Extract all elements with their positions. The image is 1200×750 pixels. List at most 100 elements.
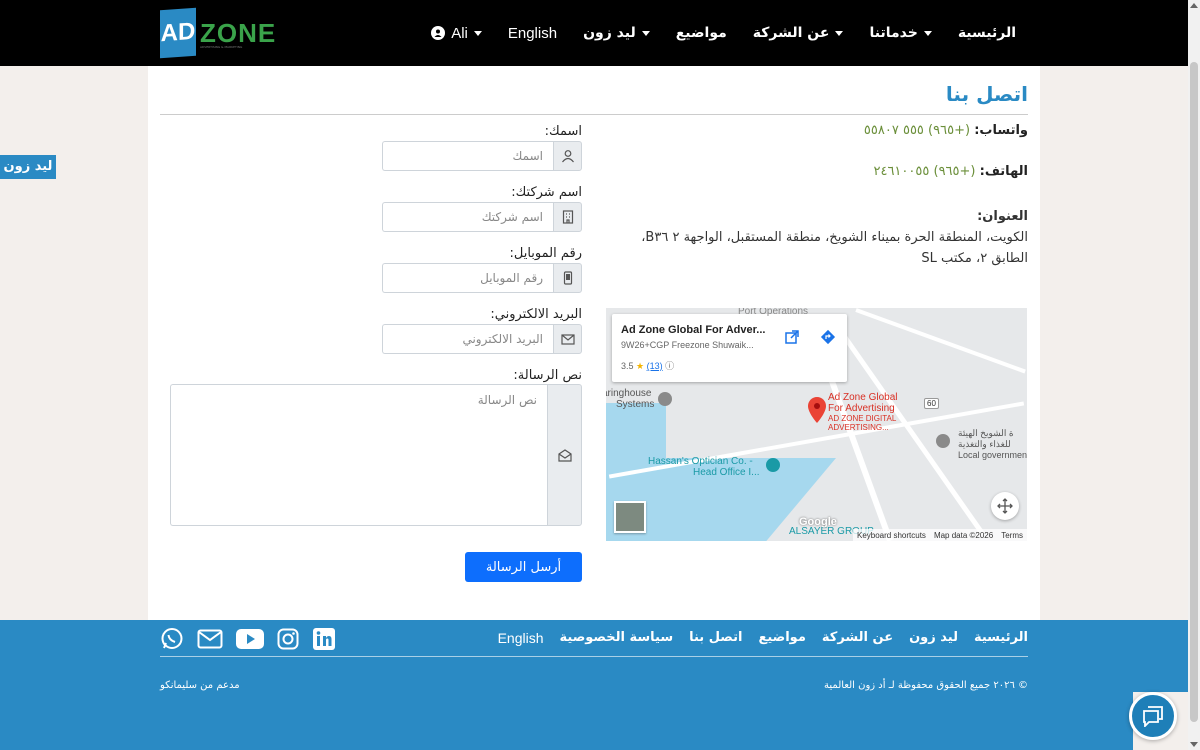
page-title: اتصل بنا xyxy=(945,82,1028,106)
scroll-down-icon[interactable] xyxy=(1190,742,1198,747)
map-pin-icon[interactable] xyxy=(808,397,826,423)
nav-user-label: Ali xyxy=(451,24,468,42)
terms-link[interactable]: Terms xyxy=(1001,531,1023,540)
nav-home-label: الرئيسية xyxy=(957,25,1016,41)
place-title[interactable]: Ad Zone Global For Adver... xyxy=(621,324,765,336)
nav-services[interactable]: خدماتنا xyxy=(869,25,932,41)
phone-row: الهاتف: (+٩٦٥) ٢٤٦١٠٠٥٥ xyxy=(608,164,1028,179)
nav-home[interactable]: الرئيسية xyxy=(958,25,1016,41)
company-label: اسم شركتك: xyxy=(511,185,582,200)
site-logo[interactable]: AD ZONE ADVERTISING & MARKETING xyxy=(160,7,277,59)
envelope-open-icon xyxy=(547,384,582,526)
envelope-icon xyxy=(553,324,582,354)
social-links xyxy=(160,627,336,651)
nav-topics-label: مواضيع xyxy=(675,25,727,41)
map-label-gov-3: Local government xyxy=(958,450,1027,460)
map-road xyxy=(855,308,1026,374)
copyright-text: © ٢٠٢٦ جميع الحقوق محفوظة لـ أد زون العا… xyxy=(824,680,1028,691)
map-label-pin-1: Ad Zone Global xyxy=(828,392,898,403)
map-label-pin-2: For Advertising xyxy=(828,403,895,414)
shop-marker-icon[interactable] xyxy=(766,458,780,472)
footer-link-lead-zone[interactable]: ليد زون xyxy=(909,630,958,646)
address-block: العنوان: الكويت، المنطقة الحرة بميناء ال… xyxy=(608,206,1028,269)
scroll-up-icon[interactable] xyxy=(1190,3,1198,8)
main-nav: الرئيسية خدماتنا عن الشركة مواضيع ليد زو… xyxy=(431,0,1016,66)
place-marker-icon[interactable] xyxy=(658,392,672,406)
map-label-gov-2: للغذاء والتغذية xyxy=(958,439,1011,449)
whatsapp-icon[interactable] xyxy=(160,627,184,651)
place-info-card[interactable]: Ad Zone Global For Adver... 9W26+CGP Fre… xyxy=(612,314,847,382)
powered-by-text[interactable]: مدعم من سليمانكو xyxy=(160,680,240,691)
logo-zone-text: ZONE xyxy=(200,17,277,48)
name-input-group xyxy=(382,141,582,171)
user-icon xyxy=(553,141,582,171)
rating-value: 3.5 xyxy=(621,361,634,371)
email-label: البريد الالكتروني: xyxy=(490,307,582,322)
footer-link-about[interactable]: عن الشركة xyxy=(822,630,893,646)
fullscreen-icon[interactable] xyxy=(991,492,1019,520)
map-label-gov-1: ة الشويخ الهيئة xyxy=(958,428,1014,438)
message-input-group xyxy=(170,384,582,526)
message-textarea[interactable] xyxy=(170,384,547,526)
message-label: نص الرسالة: xyxy=(513,368,582,383)
mobile-phone-icon xyxy=(553,263,582,293)
nav-topics[interactable]: مواضيع xyxy=(676,25,727,41)
chat-button[interactable] xyxy=(1129,692,1177,740)
company-input-group xyxy=(382,202,582,232)
review-count[interactable]: (13) xyxy=(647,361,663,371)
address-value: الكويت، المنطقة الحرة بميناء الشويخ، منط… xyxy=(641,230,1028,266)
open-in-maps-icon[interactable] xyxy=(781,326,803,348)
logo-ad-mark: AD xyxy=(160,7,196,59)
map-label-optician-2: Head Office I... xyxy=(693,467,760,478)
map-label-clearing-1: aringhouse xyxy=(606,388,652,399)
map-attribution: Keyboard shortcuts Map data ©2026 Terms xyxy=(853,529,1027,541)
gov-marker-icon[interactable] xyxy=(936,434,950,448)
building-icon xyxy=(553,202,582,232)
mobile-label: رقم الموبايل: xyxy=(509,246,582,261)
map-label-optician-1: Hassan's Optician Co. - xyxy=(648,456,753,467)
footer-link-privacy[interactable]: سياسة الخصوصية xyxy=(560,630,674,646)
caret-down-icon xyxy=(641,30,650,36)
user-icon xyxy=(431,26,446,40)
directions-icon[interactable] xyxy=(817,326,839,348)
mail-icon[interactable] xyxy=(196,627,224,651)
place-rating: 3.5 ★ (13) ⓘ xyxy=(621,359,674,372)
page-scrollbar[interactable] xyxy=(1188,0,1200,750)
whatsapp-value[interactable]: (+٩٦٥) ٥٥٥ ٥٥٨٠٧ xyxy=(864,123,970,138)
nav-lead-zone-label: ليد زون xyxy=(583,25,636,41)
place-address: 9W26+CGP Freezone Shuwaik... xyxy=(621,340,754,350)
nav-lead-zone[interactable]: ليد زون xyxy=(583,25,650,41)
info-icon[interactable]: ⓘ xyxy=(665,361,674,371)
footer-link-home[interactable]: الرئيسية xyxy=(974,630,1028,646)
nav-user-menu[interactable]: Ali xyxy=(431,25,482,42)
footer-link-topics[interactable]: مواضيع xyxy=(758,630,805,646)
footer-divider xyxy=(160,656,1028,657)
satellite-toggle[interactable] xyxy=(614,501,646,533)
mobile-input[interactable] xyxy=(382,263,553,293)
instagram-icon[interactable] xyxy=(276,627,300,651)
send-message-button[interactable]: أرسل الرسالة xyxy=(465,552,582,582)
side-lead-zone-tab[interactable]: ليد زون xyxy=(0,155,56,179)
nav-language-label: English xyxy=(507,24,558,42)
name-input[interactable] xyxy=(382,141,553,171)
phone-value[interactable]: (+٩٦٥) ٢٤٦١٠٠٥٥ xyxy=(873,164,975,179)
map-data-text: Map data ©2026 xyxy=(933,530,994,540)
scrollbar-thumb[interactable] xyxy=(1190,62,1198,722)
email-input[interactable] xyxy=(382,324,553,354)
google-map[interactable]: Ad Zone Global For Adver... 9W26+CGP Fre… xyxy=(606,308,1027,541)
caret-down-icon xyxy=(473,30,482,36)
whatsapp-label: واتساب: xyxy=(974,123,1028,138)
map-label-pin-3: AD ZONE DIGITAL xyxy=(828,414,897,423)
site-header: AD ZONE ADVERTISING & MARKETING الرئيسية… xyxy=(0,0,1188,66)
nav-language[interactable]: English xyxy=(508,25,557,42)
nav-about[interactable]: عن الشركة xyxy=(753,25,844,41)
site-footer: الرئيسية ليد زون عن الشركة مواضيع اتصل ب… xyxy=(0,620,1188,750)
nav-about-label: عن الشركة xyxy=(752,25,830,41)
linkedin-icon[interactable] xyxy=(312,627,336,651)
keyboard-shortcuts-link[interactable]: Keyboard shortcuts xyxy=(857,531,926,540)
footer-link-contact[interactable]: اتصل بنا xyxy=(689,630,742,646)
company-input[interactable] xyxy=(382,202,553,232)
logo-tagline: ADVERTISING & MARKETING xyxy=(200,45,243,49)
footer-link-english[interactable]: English xyxy=(498,630,544,646)
youtube-icon[interactable] xyxy=(236,627,264,651)
